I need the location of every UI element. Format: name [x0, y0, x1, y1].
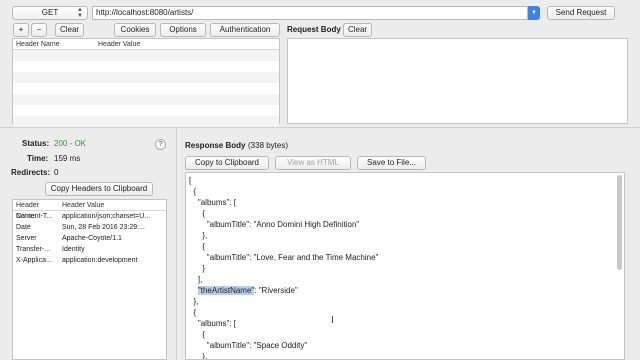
status-label: Status:	[22, 139, 50, 148]
json-line: "albumTitle": "Love, Fear and the Time M…	[189, 253, 379, 262]
header-name-cell: Date	[16, 224, 31, 231]
json-line: },	[189, 352, 208, 360]
table-row[interactable]: X-Applica... application:development	[13, 255, 166, 266]
copy-headers-button[interactable]: Copy Headers to Clipboard	[45, 182, 153, 196]
header-name-column[interactable]: Header Name	[13, 39, 95, 49]
status-value: 200 - OK	[54, 139, 87, 148]
clear-body-button[interactable]: Clear	[343, 23, 372, 37]
json-line: "albumTitle": "Anno Domini High Definiti…	[189, 220, 360, 229]
json-line: {	[189, 242, 206, 251]
json-line: },	[189, 297, 199, 306]
json-line: "albums": [	[189, 198, 237, 207]
header-value-cell: Sun, 28 Feb 2016 23:29:...	[62, 224, 145, 231]
header-value-cell: application:development	[62, 257, 138, 264]
table-row[interactable]: Content-T... application/json;charset=U.…	[13, 211, 166, 222]
json-line-highlighted: "theArtistName": "Riverside"	[197, 286, 298, 295]
header-name-cell: Content-T...	[16, 213, 53, 220]
table-header: Header Name Header Value	[13, 39, 279, 50]
vertical-scrollbar[interactable]	[617, 175, 622, 270]
json-line: },	[189, 231, 208, 240]
method-value: GET	[41, 8, 59, 17]
help-icon[interactable]: ?	[155, 139, 166, 150]
method-select[interactable]: GET ▲ ▼	[12, 6, 88, 20]
split-divider[interactable]	[0, 127, 640, 128]
clear-headers-button[interactable]: Clear	[55, 23, 84, 37]
response-headers-table[interactable]: Header Name Header Value Content-T... ap…	[12, 199, 167, 360]
header-name-cell: Server	[16, 235, 37, 242]
redirects-label: Redirects:	[11, 168, 51, 177]
remove-header-button[interactable]: −	[31, 23, 47, 37]
copy-to-clipboard-button[interactable]: Copy to Clipboard	[185, 156, 269, 170]
table-row[interactable]: Transfer-... Identity	[13, 244, 166, 255]
json-line: ],	[189, 275, 203, 284]
url-input[interactable]: http://localhost:8080/artists/	[92, 6, 528, 20]
header-name-column[interactable]: Header Name	[13, 200, 59, 220]
add-header-button[interactable]: +	[13, 23, 29, 37]
header-value-cell: application/json;charset=U...	[62, 213, 151, 220]
options-button[interactable]: Options	[160, 23, 206, 37]
json-line: "albumTitle": "Space Oddity"	[189, 341, 308, 350]
json-line: {	[189, 187, 197, 196]
i-beam-cursor-icon: I	[331, 315, 334, 326]
response-body-title: Response Body	[185, 141, 246, 150]
request-body-editor[interactable]	[287, 38, 628, 124]
authentication-button[interactable]: Authentication	[210, 23, 280, 37]
table-row[interactable]: Server Apache-Coyote/1.1	[13, 233, 166, 244]
json-line: "albums": [	[189, 319, 237, 328]
response-size: (338 bytes)	[248, 141, 289, 150]
cookies-button[interactable]: Cookies	[114, 23, 156, 37]
table-header: Header Name Header Value	[13, 200, 166, 220]
json-line: }	[189, 264, 206, 273]
header-value-column[interactable]: Header Value	[95, 39, 140, 49]
text-selection: "theArtistName"	[197, 286, 255, 295]
view-as-html-button[interactable]: View as HTML	[275, 156, 351, 170]
request-headers-table[interactable]: Header Name Header Value	[12, 38, 280, 127]
header-value-column[interactable]: Header Value	[59, 200, 104, 210]
json-line: {	[189, 330, 206, 339]
request-body-title: Request Body	[287, 25, 341, 34]
json-line: {	[189, 308, 197, 317]
header-name-cell: Transfer-...	[16, 246, 50, 253]
up-down-arrows-icon: ▲ ▼	[77, 7, 83, 19]
header-value-cell: Identity	[62, 246, 85, 253]
send-request-button[interactable]: Send Request	[547, 6, 615, 20]
chevron-down-icon[interactable]: ▼	[528, 6, 540, 20]
time-label: Time:	[27, 154, 49, 163]
time-value: 159 ms	[54, 154, 81, 163]
header-name-cell: X-Applica...	[16, 257, 52, 264]
url-value: http://localhost:8080/artists/	[96, 8, 194, 17]
json-line: [	[189, 176, 192, 185]
response-body-viewer[interactable]: [ { "albums": [ { "albumTitle": "Anno Do…	[185, 172, 625, 360]
header-value-cell: Apache-Coyote/1.1	[62, 235, 122, 242]
save-to-file-button[interactable]: Save to File...	[357, 156, 426, 170]
table-row[interactable]: Date Sun, 28 Feb 2016 23:29:...	[13, 222, 166, 233]
vertical-split-divider[interactable]	[176, 128, 177, 360]
json-line: {	[189, 209, 206, 218]
redirects-value: 0	[54, 168, 59, 177]
